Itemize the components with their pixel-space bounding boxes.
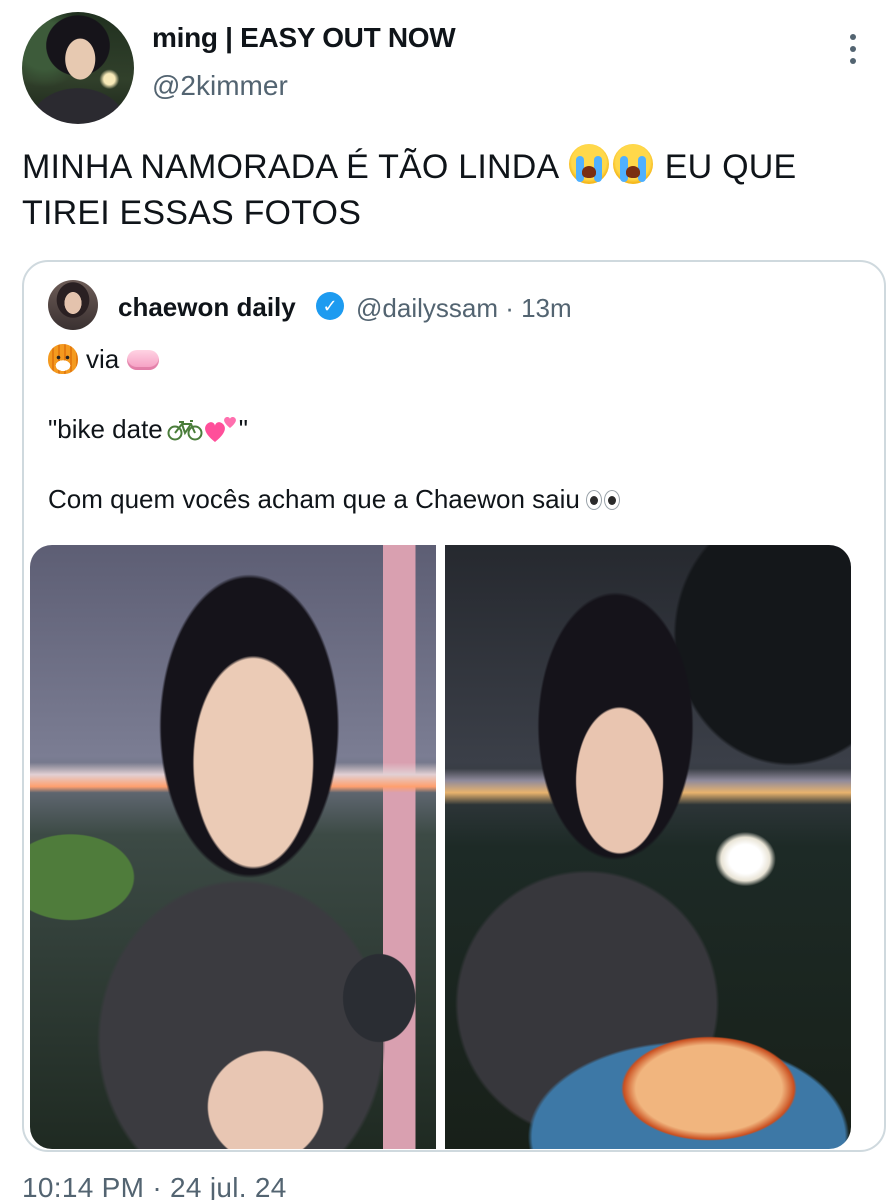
quoted-tweet-card[interactable]: chaewon daily ✓ @dailyssam · 13m via "bi… [22,260,886,1152]
quoted-author-name: chaewon daily [118,292,296,322]
tiger-face-icon [48,344,78,374]
tweet-timestamp[interactable]: 10:14 PM · 24 jul. 24 [22,1172,287,1200]
quoted-author-handle-time: @dailyssam · 13m [356,293,572,323]
loudly-crying-face-icon [569,144,610,184]
author-handle[interactable]: @2kimmer [152,70,288,102]
verified-badge-icon: ✓ [316,292,344,320]
photo-selfie-river[interactable] [30,545,436,1149]
two-hearts-icon [204,417,236,442]
via-label: via [86,344,120,374]
quoted-author-avatar [48,280,98,330]
question-text: Com quem vocês acham que a Chaewon saiu [48,484,580,514]
soap-icon [127,350,160,370]
loudly-crying-face-icon [613,144,654,184]
photo-eating-ramen[interactable] [445,545,851,1149]
tweet-text-main: MINHA NAMORADA É TÃO LINDA [22,148,558,186]
author-avatar[interactable] [22,12,134,124]
tweet-text: MINHA NAMORADA É TÃO LINDA EU QUE TIREI … [22,144,872,236]
author-display-name[interactable]: ming | EASY OUT NOW [152,22,456,54]
quoted-line-bike: "bike date " [48,412,248,446]
bike-date-text: "bike date [48,414,163,444]
eyes-icon [585,490,622,510]
bicycle-icon [167,420,203,441]
more-options-icon[interactable] [847,34,859,64]
quoted-line-question: Com quem vocês acham que a Chaewon saiu [48,482,622,516]
bike-date-quote-end: " [238,414,248,444]
quoted-line-via: via [48,342,160,376]
